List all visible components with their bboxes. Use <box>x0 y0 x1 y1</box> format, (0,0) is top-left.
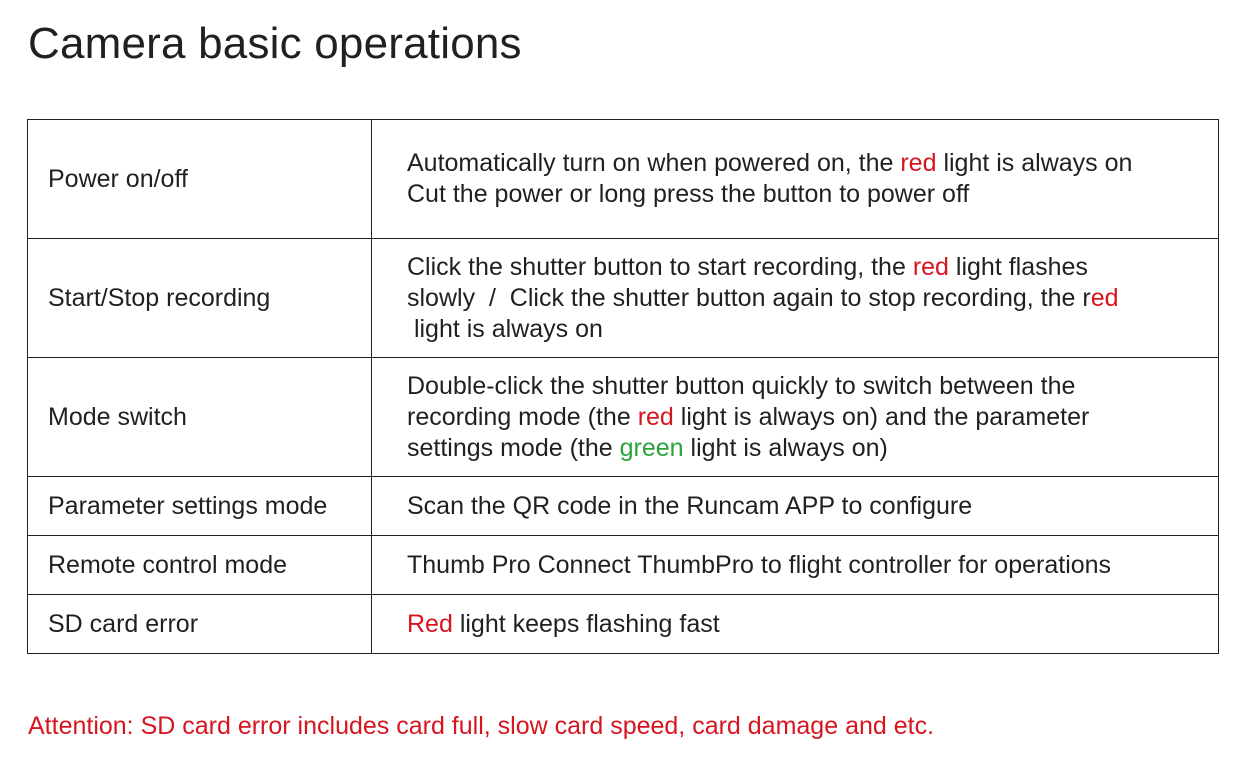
description-line: Cut the power or long press the button t… <box>407 180 970 208</box>
description-text: light is always on) <box>683 433 888 462</box>
red-highlight: ed <box>1090 283 1119 312</box>
operation-cell: Mode switch <box>27 357 372 477</box>
operations-table: Power on/off Automatically turn on when … <box>27 119 1219 654</box>
description-text: light flashes <box>948 252 1088 281</box>
table-row-sd-card-error: SD card error Red light keeps flashing f… <box>27 594 1219 654</box>
operation-cell: Parameter settings mode <box>27 476 372 536</box>
page-title: Camera basic operations <box>28 19 522 68</box>
description-text: settings mode (the <box>407 433 620 462</box>
description-text: light keeps flashing fast <box>452 609 720 638</box>
table-row-power: Power on/off Automatically turn on when … <box>27 119 1219 239</box>
red-highlight: red <box>637 402 674 431</box>
description-text: Automatically turn on when powered on, t… <box>407 149 901 177</box>
table-row-remote-control: Remote control mode Thumb Pro Connect Th… <box>27 535 1219 595</box>
description-cell: Automatically turn on when powered on, t… <box>371 119 1219 239</box>
red-highlight: Red <box>407 609 453 638</box>
description-cell: Double-click the shutter button quickly … <box>371 357 1219 477</box>
description-line: Double-click the shutter button quickly … <box>407 371 1076 400</box>
table-row-parameter-settings: Parameter settings mode Scan the QR code… <box>27 476 1219 536</box>
operation-cell: SD card error <box>27 594 372 654</box>
operation-cell: Power on/off <box>27 119 372 239</box>
description-text: Click the shutter button to start record… <box>407 252 913 281</box>
attention-note: Attention: SD card error includes card f… <box>28 712 935 740</box>
description-cell: Scan the QR code in the Runcam APP to co… <box>371 476 1219 536</box>
description-text: slowly / Click the shutter button again … <box>407 283 1091 312</box>
description-text: light is always on <box>936 149 1133 177</box>
red-highlight: red <box>912 252 949 281</box>
description-text: recording mode (the <box>407 402 638 431</box>
description-line: recording mode (the red light is always … <box>407 402 1208 433</box>
description-line: slowly / Click the shutter button again … <box>407 283 1208 314</box>
description-line: settings mode (the green light is always… <box>407 433 1208 464</box>
operation-cell: Remote control mode <box>27 535 372 595</box>
description-line: light is always on <box>407 314 603 343</box>
description-cell: Thumb Pro Connect ThumbPro to flight con… <box>371 535 1219 595</box>
operation-cell: Start/Stop recording <box>27 238 372 358</box>
description-line: Click the shutter button to start record… <box>407 252 1208 283</box>
description-text: light is always on) and the parameter <box>673 402 1090 431</box>
green-highlight: green <box>619 433 684 462</box>
red-highlight: red <box>900 149 937 177</box>
table-row-mode-switch: Mode switch Double-click the shutter but… <box>27 357 1219 477</box>
table-row-recording: Start/Stop recording Click the shutter b… <box>27 238 1219 358</box>
description-cell: Click the shutter button to start record… <box>371 238 1219 358</box>
description-line: Automatically turn on when powered on, t… <box>407 148 1208 179</box>
description-cell: Red light keeps flashing fast <box>371 594 1219 654</box>
